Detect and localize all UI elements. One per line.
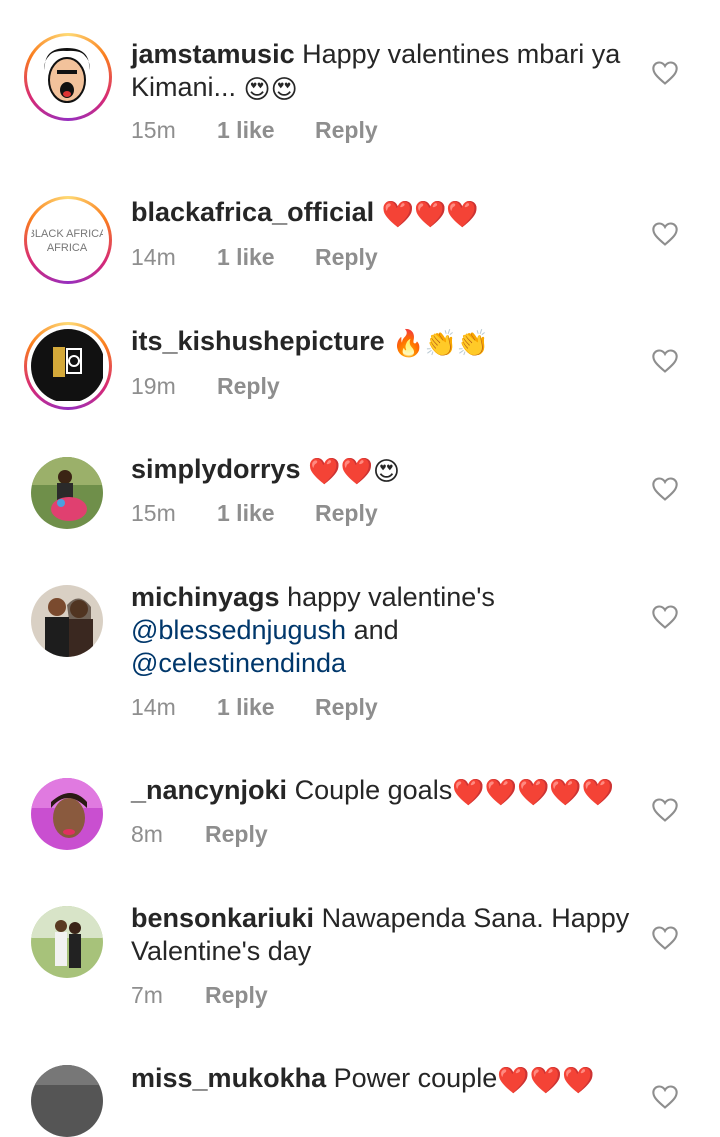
comment-body: happy valentine's [287, 582, 495, 612]
comment-body: Couple goals [294, 775, 453, 805]
comment-likes[interactable]: 1 like [217, 244, 315, 271]
svg-text:AFRICA: AFRICA [47, 242, 88, 254]
comment-body-and: and [346, 615, 399, 645]
comment-meta: 14m 1 like Reply [131, 694, 378, 721]
comment-username[interactable]: michinyags [131, 582, 280, 612]
comment-meta: 14m 1 like Reply [131, 244, 378, 271]
logo-text: BLACK AFRICA [31, 228, 103, 240]
comment-username[interactable]: jamstamusic [131, 39, 295, 69]
reply-button[interactable]: Reply [315, 117, 378, 144]
heart-outline-icon[interactable] [651, 348, 679, 374]
heart-outline-icon[interactable] [651, 1084, 679, 1110]
comments-list: jamstamusic Happy valentines mbari ya Ki… [0, 0, 720, 1137]
avatar[interactable] [31, 906, 103, 978]
comment-time: 14m [131, 694, 176, 720]
comment-time: 14m [131, 244, 176, 270]
comment-likes[interactable]: 1 like [217, 694, 315, 721]
avatar[interactable] [31, 1065, 103, 1137]
comment-body: Power couple [333, 1063, 498, 1093]
comment-text: miss_mukokha Power couple❤️❤️❤️ [131, 1062, 641, 1097]
comment-text: blackafrica_official ❤️❤️❤️ [131, 196, 641, 231]
avatar[interactable] [24, 33, 112, 121]
comment-meta: 15m 1 like Reply [131, 500, 378, 527]
mention-link[interactable]: @blessednjugush [131, 615, 346, 645]
emoji: ❤️❤️😍 [308, 456, 400, 486]
comment-time: 7m [131, 982, 163, 1008]
emoji: ❤️❤️❤️ [497, 1065, 595, 1095]
reply-button[interactable]: Reply [315, 694, 378, 721]
comment-username[interactable]: blackafrica_official [131, 197, 374, 227]
comment-username[interactable]: simplydorrys [131, 454, 301, 484]
reply-button[interactable]: Reply [217, 373, 280, 400]
comment-time: 15m [131, 500, 176, 526]
avatar[interactable] [31, 585, 103, 657]
comment-text: simplydorrys ❤️❤️😍 [131, 453, 641, 488]
comment-text: jamstamusic Happy valentines mbari ya Ki… [131, 38, 641, 106]
reply-button[interactable]: Reply [315, 500, 378, 527]
comment-text: its_kishushepicture 🔥👏👏 [131, 325, 641, 360]
comment-text: michinyags happy valentine's @blessednju… [131, 581, 641, 680]
heart-outline-icon[interactable] [651, 221, 679, 247]
avatar[interactable] [31, 778, 103, 850]
reply-button[interactable]: Reply [315, 244, 378, 271]
comment-username[interactable]: bensonkariuki [131, 903, 314, 933]
comment-text: bensonkariuki Nawapenda Sana. Happy Vale… [131, 902, 641, 968]
emoji: ❤️❤️❤️ [381, 199, 479, 229]
comment-meta: 19m Reply [131, 373, 280, 400]
avatar[interactable] [24, 322, 112, 410]
comment-meta: 8m Reply [131, 821, 268, 848]
comment-time: 8m [131, 821, 163, 847]
heart-outline-icon[interactable] [651, 797, 679, 823]
heart-outline-icon[interactable] [651, 476, 679, 502]
comment-username[interactable]: its_kishushepicture [131, 326, 385, 356]
comment-time: 15m [131, 117, 176, 143]
avatar[interactable]: BLACK AFRICA AFRICA [24, 196, 112, 284]
emoji: ❤️❤️❤️❤️❤️ [452, 777, 615, 807]
comment-likes[interactable]: 1 like [217, 500, 315, 527]
mention-link[interactable]: @celestinendinda [131, 648, 346, 678]
comment-time: 19m [131, 373, 176, 399]
heart-outline-icon[interactable] [651, 60, 679, 86]
comment-meta: 7m Reply [131, 982, 268, 1009]
emoji: 🔥👏👏 [392, 328, 490, 358]
comment-meta: 15m 1 like Reply [131, 117, 378, 144]
heart-outline-icon[interactable] [651, 604, 679, 630]
comment-likes[interactable]: 1 like [217, 117, 315, 144]
heart-outline-icon[interactable] [651, 925, 679, 951]
comment-username[interactable]: miss_mukokha [131, 1063, 326, 1093]
comment-text: _nancynjoki Couple goals❤️❤️❤️❤️❤️ [131, 774, 641, 809]
avatar[interactable] [31, 457, 103, 529]
emoji: 😍😍 [243, 74, 298, 104]
comment-username[interactable]: _nancynjoki [131, 775, 287, 805]
reply-button[interactable]: Reply [205, 821, 268, 848]
reply-button[interactable]: Reply [205, 982, 268, 1009]
